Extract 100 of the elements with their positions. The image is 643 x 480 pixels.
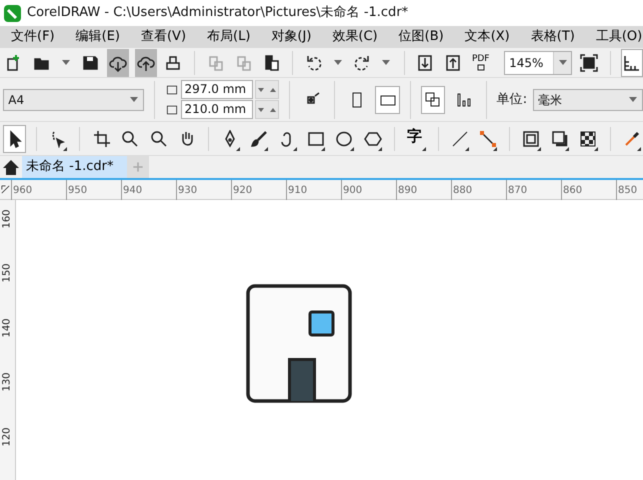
menu-item[interactable]: 效果(C) — [321, 26, 388, 48]
rectangle-icon — [306, 130, 325, 148]
width-field[interactable]: 297.0 mm — [180, 80, 253, 99]
page-height-icon — [164, 102, 179, 116]
ruler-label: 150 — [2, 264, 12, 283]
caret-icon — [130, 97, 138, 102]
redo-icon — [353, 54, 372, 72]
ruler-label: 160 — [2, 209, 12, 229]
caret-icon — [334, 60, 342, 65]
polygon-icon — [364, 130, 382, 148]
ruler-label: 860 — [563, 184, 582, 196]
ruler-origin-icon — [0, 184, 11, 195]
import-icon — [416, 54, 434, 72]
menu-item[interactable]: 编辑(E) — [64, 26, 130, 48]
spinner-arrows-icon — [258, 86, 276, 92]
menu-item[interactable]: 位图(B) — [388, 26, 454, 48]
lock-icon — [476, 64, 485, 70]
full-screen-icon — [580, 54, 598, 72]
ruler-label: 890 — [398, 184, 418, 196]
document-tab[interactable]: 未命名 -1.cdr* — [22, 156, 128, 178]
home-icon — [2, 158, 20, 176]
ruler-label: 900 — [343, 184, 362, 196]
ruler-label: 920 — [233, 184, 252, 196]
ruler-icon — [622, 54, 641, 72]
ruler-label: 140 — [2, 318, 12, 338]
corner-mark-icon — [350, 146, 354, 150]
zoom-icon — [150, 130, 168, 148]
toolbar-button[interactable] — [107, 48, 129, 76]
copy-icon — [206, 54, 225, 72]
menu-item[interactable]: 对象(J) — [260, 26, 322, 48]
ruler-label: 120 — [2, 427, 12, 446]
ellipse-icon — [335, 130, 354, 148]
undo-icon — [304, 54, 323, 72]
caret-icon — [382, 60, 390, 65]
corner-mark-icon — [292, 146, 297, 150]
pdf-button[interactable]: PDF — [470, 48, 492, 76]
menu-item[interactable]: 文本(X) — [454, 26, 520, 48]
landscape-button[interactable] — [375, 86, 400, 114]
ruler-label: 880 — [453, 184, 472, 196]
corner-mark-icon — [493, 146, 498, 150]
units-combo[interactable]: 毫米 — [533, 88, 643, 110]
copy-icon — [234, 54, 253, 72]
bars-icon — [454, 90, 473, 108]
units-label: 单位: — [496, 90, 528, 109]
connector-icon — [479, 130, 498, 148]
spinner-arrows-icon — [258, 106, 276, 112]
corner-mark-icon — [536, 146, 541, 150]
height-field[interactable]: 210.0 mm — [180, 100, 253, 119]
caret-icon — [62, 60, 70, 65]
menu-item[interactable]: 布局(L) — [196, 26, 260, 48]
ruler-label: 870 — [508, 184, 528, 196]
ruler-button[interactable] — [620, 48, 643, 76]
ruler-label: 940 — [123, 184, 142, 196]
toolbar-button[interactable] — [420, 86, 446, 114]
app-logo-icon — [4, 4, 21, 22]
checkerboard-icon — [579, 130, 598, 148]
ruler-label: 910 — [288, 184, 308, 196]
zoom-combo[interactable]: 145% — [504, 50, 572, 74]
corner-mark-icon — [637, 146, 642, 150]
corner-mark-icon — [236, 146, 240, 150]
menu-item[interactable]: 查看(V) — [130, 26, 196, 48]
tool-button[interactable]: 字 — [405, 124, 428, 152]
overlapping-pages-icon — [424, 90, 442, 108]
corner-mark-icon — [422, 146, 426, 150]
page-size-combo[interactable]: A4 — [3, 88, 144, 110]
menu-item[interactable]: 表格(T) — [520, 26, 585, 48]
ruler-label: 850 — [618, 184, 638, 196]
save-icon — [81, 54, 100, 72]
corner-mark-icon — [565, 146, 570, 150]
menu-item[interactable]: 工具(O) — [584, 26, 643, 48]
caret-icon — [558, 60, 567, 65]
spinner-icon[interactable] — [254, 80, 279, 99]
corner-mark-icon — [63, 146, 68, 150]
contour-icon — [522, 130, 540, 148]
brush-icon — [250, 130, 268, 148]
caret-icon — [629, 97, 637, 102]
printer-icon — [164, 54, 182, 72]
zoom-icon — [121, 130, 140, 148]
menu-item[interactable]: 文件(F) — [0, 26, 65, 48]
corner-mark-icon — [321, 146, 326, 150]
shadow-icon — [550, 130, 569, 148]
line-icon — [450, 130, 469, 148]
crop-icon — [92, 130, 111, 148]
page-width-icon — [164, 82, 179, 96]
export-icon — [444, 54, 462, 72]
toolbar-button[interactable] — [134, 48, 156, 76]
ruler-label: 130 — [2, 372, 12, 392]
ruler-label: 950 — [68, 184, 88, 196]
ruler-label: 960 — [13, 184, 32, 196]
corner-mark-icon — [594, 146, 598, 150]
spinner-icon[interactable] — [254, 100, 279, 119]
corner-mark-icon — [464, 146, 469, 150]
ruler-label: 930 — [178, 184, 198, 196]
tool-button[interactable] — [3, 124, 26, 152]
corner-mark-icon — [264, 146, 268, 150]
window-title: CorelDRAW - C:\Users\Administrator\Pictures\未命名 -1.cdr* — [27, 4, 408, 22]
corner-mark-icon — [378, 146, 382, 150]
text-tool-glyph: 字 — [406, 129, 422, 144]
plus-icon — [131, 160, 146, 174]
eyedropper-icon — [622, 130, 641, 148]
